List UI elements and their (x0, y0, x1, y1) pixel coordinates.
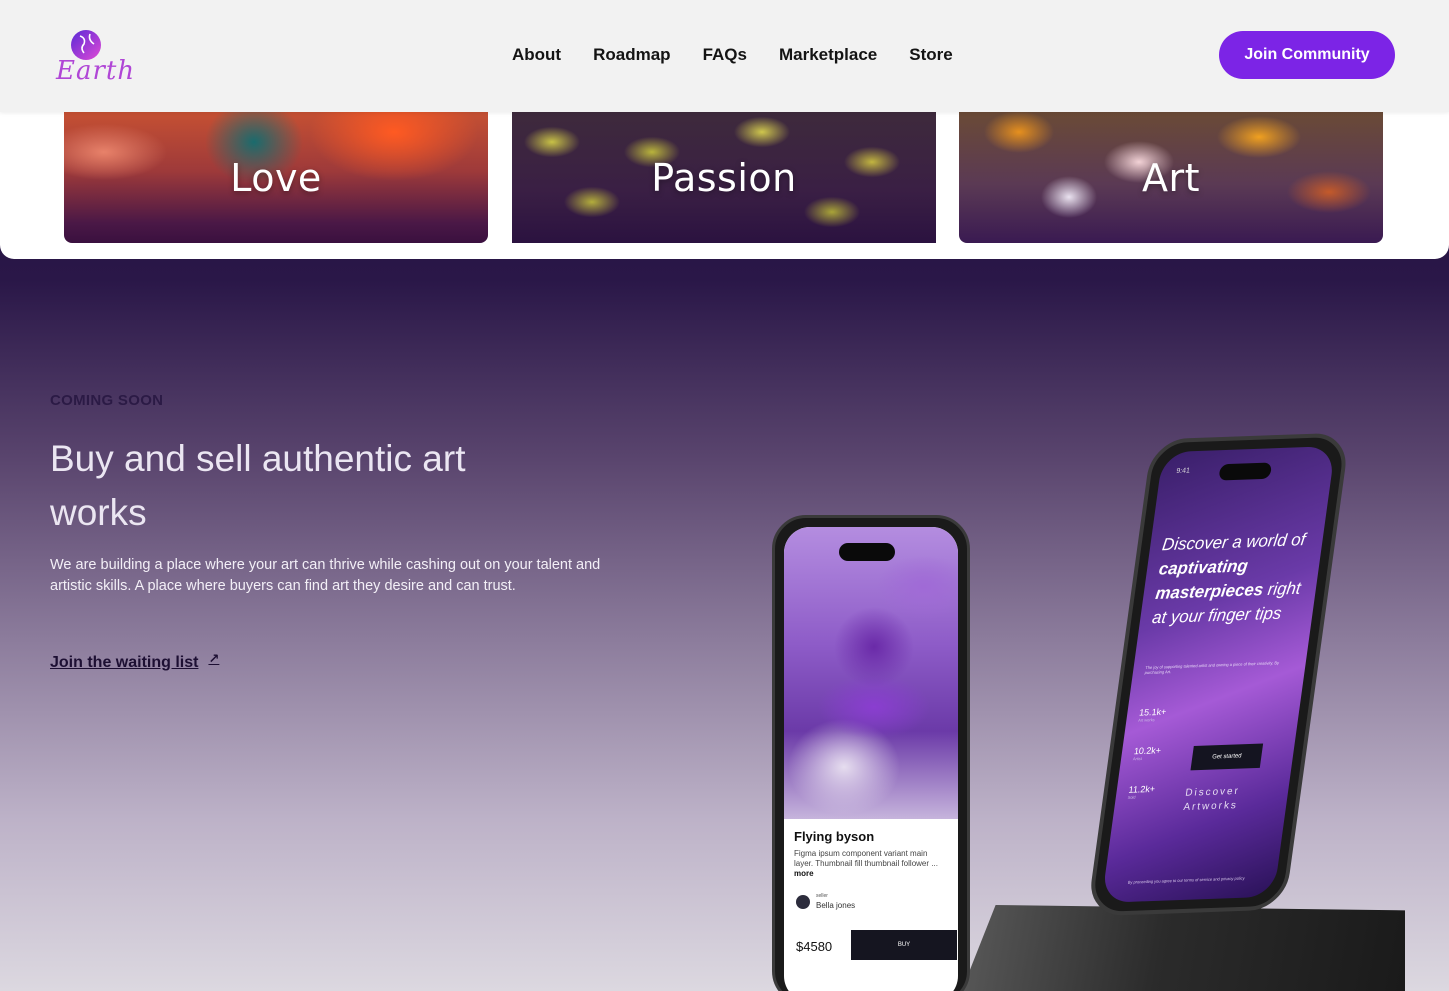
stat-sold: 11.2k+ Sold (1127, 783, 1156, 800)
coming-soon-eyebrow: COMING SOON (50, 392, 164, 409)
nav-roadmap[interactable]: Roadmap (593, 44, 670, 66)
buy-button: BUY (851, 930, 957, 960)
phone-mockup-left: Flying byson Figma ipsum component varia… (772, 515, 970, 991)
dynamic-island (1218, 462, 1273, 481)
stat-artworks: 15.1k+ Art works (1137, 706, 1167, 723)
discover-artworks-label: Discover Artworks (1182, 785, 1241, 814)
card-label: Art (1141, 156, 1201, 200)
category-card-passion[interactable]: Passion (512, 112, 936, 243)
logo-text: Earth (56, 56, 136, 86)
stat-artists: 10.2k+ Artist (1132, 745, 1162, 762)
category-card-love[interactable]: Love (64, 112, 488, 243)
floating-island-artwork (784, 527, 958, 819)
status-time: 9:41 (1175, 467, 1191, 476)
phone-right-headline: Discover a world of captivating masterpi… (1150, 529, 1307, 628)
arrow-up-right-icon: ↗ (208, 651, 220, 666)
phone-right-fineprint: The joy of supporting talented artist an… (1144, 660, 1280, 676)
category-card-art[interactable]: Art (959, 112, 1383, 243)
seller-avatar (796, 895, 810, 909)
terms-text: By proceeding you agree to our terms of … (1127, 875, 1246, 885)
artwork-title: Flying byson (794, 829, 875, 844)
section-description: We are building a place where your art c… (50, 557, 601, 594)
main-nav: About Roadmap FAQs Marketplace Store (512, 44, 953, 66)
waitlist-label: Join the waiting list (50, 654, 199, 671)
seller-label: seller (816, 893, 828, 899)
navbar: Earth About Roadmap FAQs Marketplace Sto… (0, 0, 1449, 112)
artwork-price: $4580 (796, 939, 833, 954)
nav-about[interactable]: About (512, 44, 561, 66)
brand-logo[interactable]: Earth (52, 26, 134, 96)
seller-name: Bella jones (816, 901, 856, 910)
get-started-button: Get started (1190, 743, 1264, 771)
card-label: Passion (651, 156, 797, 200)
dynamic-island (839, 543, 895, 561)
phone-left-screen: Flying byson Figma ipsum component varia… (784, 527, 958, 991)
section-headline: Buy and sell authentic art works (50, 438, 466, 533)
nav-store[interactable]: Store (909, 44, 952, 66)
join-community-button[interactable]: Join Community (1219, 31, 1395, 79)
artwork-description: Figma ipsum component variant main layer… (794, 849, 938, 878)
card-label: Love (230, 156, 322, 200)
nav-marketplace[interactable]: Marketplace (779, 44, 877, 66)
display-pedestal (960, 905, 1405, 991)
nav-faqs[interactable]: FAQs (703, 44, 747, 66)
join-waitlist-link[interactable]: Join the waiting list ↗ (50, 651, 220, 672)
